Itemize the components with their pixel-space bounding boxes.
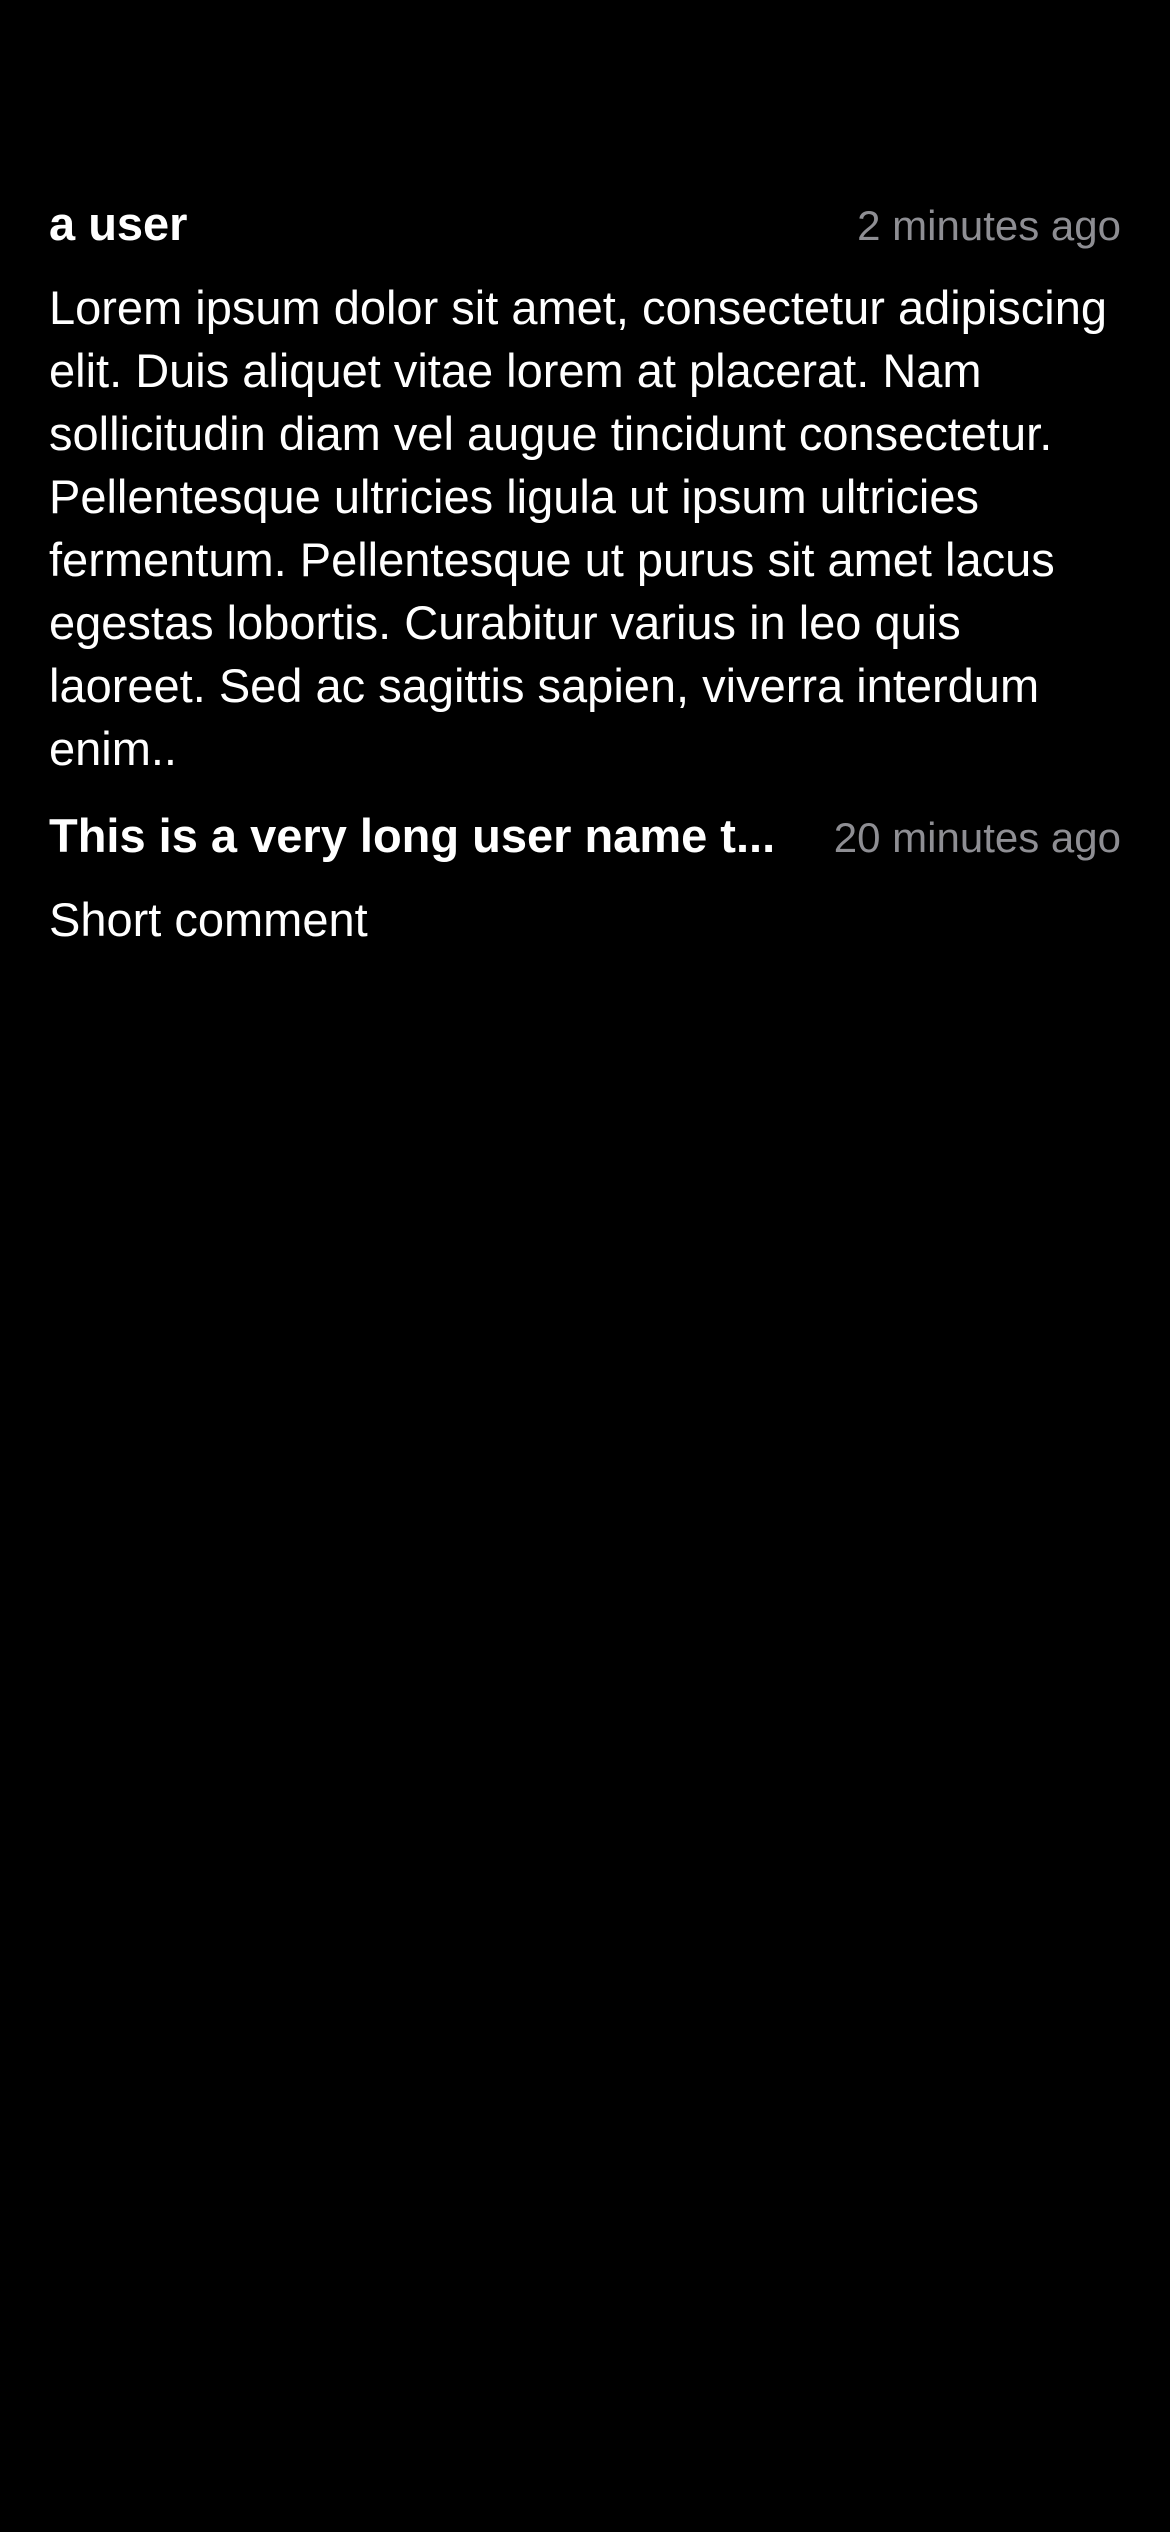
comment-item[interactable]: a user 2 minutes ago Lorem ipsum dolor s… [49,196,1121,780]
comment-author: This is a very long user name t... [49,809,776,862]
comment-item[interactable]: This is a very long user name t... 20 mi… [49,808,1121,951]
comment-header: a user 2 minutes ago [49,196,1121,270]
comment-author: a user [49,197,188,250]
comment-list: a user 2 minutes ago Lorem ipsum dolor s… [49,196,1121,979]
comment-header: This is a very long user name t... 20 mi… [49,808,1121,882]
comment-timestamp: 2 minutes ago [857,202,1121,249]
comment-timestamp: 20 minutes ago [833,814,1121,861]
comment-body: Short comment [49,893,368,946]
comment-body: Lorem ipsum dolor sit amet, consectetur … [49,281,1107,775]
